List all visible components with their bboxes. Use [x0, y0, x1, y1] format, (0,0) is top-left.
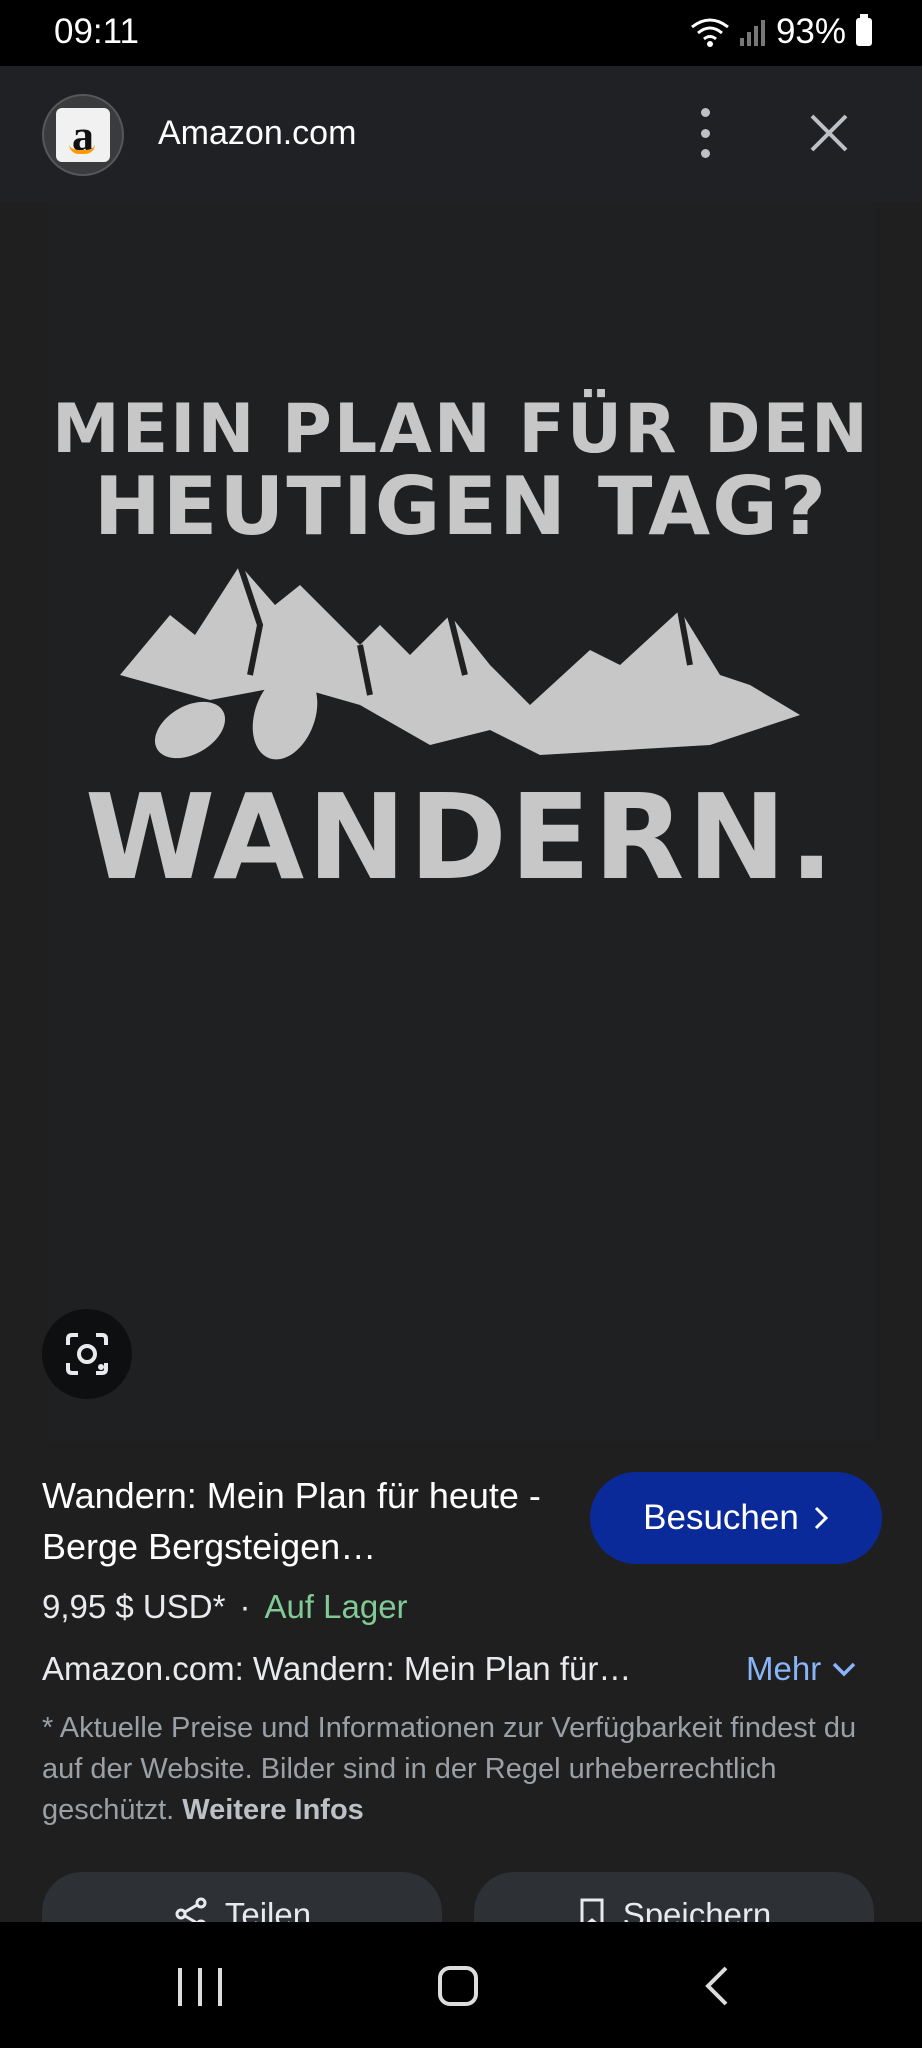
- home-icon[interactable]: [438, 1966, 478, 2006]
- battery-icon: [856, 14, 872, 46]
- disclaimer-text: * Aktuelle Preise und Informationen zur …: [42, 1712, 857, 1826]
- chevron-right-icon: [814, 1506, 828, 1530]
- product-title[interactable]: Wandern: Mein Plan für heute - Berge Ber…: [42, 1470, 562, 1572]
- back-icon[interactable]: [698, 1964, 738, 2008]
- site-favicon: a: [42, 94, 124, 176]
- print-text-line3: WANDERN.: [85, 768, 837, 906]
- close-icon[interactable]: [806, 110, 852, 156]
- availability: Auf Lager: [264, 1588, 408, 1625]
- product-description: Amazon.com: Wandern: Mein Plan für…: [42, 1650, 632, 1687]
- more-button-label: Mehr: [746, 1650, 822, 1687]
- status-time: 09:11: [54, 12, 139, 51]
- recent-apps-icon[interactable]: [178, 1968, 222, 2006]
- battery-percent: 93%: [775, 12, 846, 51]
- google-lens-icon: [66, 1333, 108, 1375]
- chevron-down-icon: [832, 1662, 856, 1677]
- separator: ·: [239, 1588, 251, 1625]
- more-info-link[interactable]: Weitere Infos: [182, 1794, 364, 1826]
- mountains-illustration: [120, 564, 800, 760]
- site-title[interactable]: Amazon.com: [158, 114, 356, 153]
- disclaimer: * Aktuelle Preise und Informationen zur …: [42, 1708, 882, 1831]
- sheet-header: [0, 66, 922, 202]
- visit-button[interactable]: Besuchen: [590, 1472, 882, 1564]
- signal-icon: [739, 20, 765, 46]
- visit-button-label: Besuchen: [643, 1498, 799, 1537]
- more-options-icon[interactable]: [690, 108, 720, 158]
- status-icons: 93%: [690, 12, 872, 52]
- price-row: 9,95 $ USD* · Auf Lager: [42, 1588, 408, 1626]
- amazon-logo-icon: a: [56, 108, 110, 162]
- lens-search-button[interactable]: [42, 1309, 132, 1399]
- more-button[interactable]: Mehr: [746, 1650, 857, 1688]
- price: 9,95 $ USD*: [42, 1588, 226, 1625]
- print-text-line2: HEUTIGEN TAG?: [93, 460, 829, 553]
- wifi-icon: [691, 18, 729, 47]
- print-text-line1: MEIN PLAN FÜR DEN: [52, 390, 870, 469]
- boot-print-left: [154, 701, 226, 759]
